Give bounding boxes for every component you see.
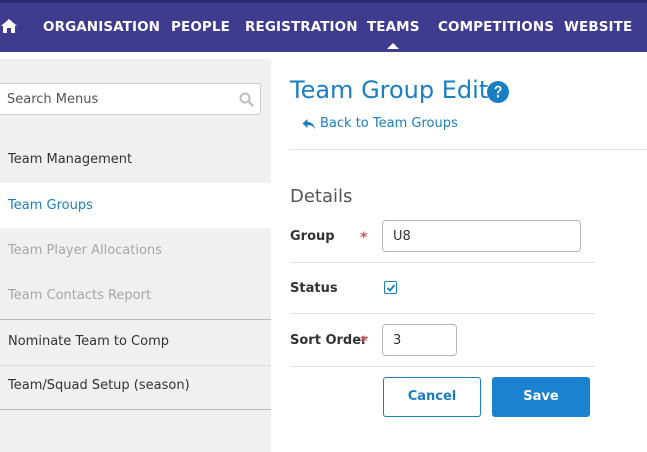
search-input[interactable] (7, 84, 227, 114)
page-title: Team Group Edit (290, 76, 489, 104)
sort-order-label: Sort Order (290, 333, 368, 348)
sidebar-item-team-management[interactable]: Team Management (0, 137, 271, 182)
required-mark: * (360, 230, 368, 246)
home-icon[interactable] (0, 17, 18, 35)
required-mark: * (360, 334, 368, 350)
row-divider (290, 262, 596, 263)
nav-organisation[interactable]: ORGANISATION (43, 3, 160, 52)
group-field[interactable] (382, 220, 581, 252)
nav-people[interactable]: PEOPLE (171, 3, 230, 52)
nav-teams[interactable]: TEAMS (367, 3, 420, 52)
section-title: Details (290, 186, 353, 207)
row-divider (290, 313, 596, 314)
question-circle-icon[interactable] (486, 80, 510, 104)
search-box (0, 83, 261, 115)
menu-divider (0, 409, 271, 410)
sidebar-item-team-contacts-report: Team Contacts Report (8, 288, 152, 303)
title-divider (289, 149, 647, 150)
sidebar-item-nominate-team[interactable]: Nominate Team to Comp (0, 319, 271, 364)
reply-arrow-icon[interactable] (302, 118, 316, 131)
status-checkbox[interactable] (384, 281, 397, 294)
check-icon (386, 284, 396, 292)
top-navigation-bar: ORGANISATION PEOPLE REGISTRATION TEAMS C… (0, 0, 647, 52)
sidebar-item-team-squad-setup[interactable]: Team/Squad Setup (season) (0, 363, 271, 408)
nav-competitions[interactable]: COMPETITIONS (438, 3, 554, 52)
sidebar-item-team-player-allocations: Team Player Allocations (8, 243, 162, 258)
nav-website[interactable]: WEBSITE (564, 3, 632, 52)
sidebar-item-team-groups[interactable]: Team Groups (0, 183, 271, 228)
nav-registration[interactable]: REGISTRATION (245, 3, 358, 52)
main-content: Team Group Edit Back to Team Groups Deta… (271, 59, 647, 452)
cancel-button[interactable]: Cancel (383, 377, 481, 417)
sort-order-field[interactable] (382, 324, 457, 356)
row-divider (290, 366, 596, 367)
group-label: Group (290, 229, 335, 244)
status-label: Status (290, 281, 338, 296)
back-to-team-groups-link[interactable]: Back to Team Groups (320, 116, 458, 131)
sidebar: Team Management Team Groups Team Player … (0, 59, 271, 452)
search-icon[interactable] (239, 92, 254, 107)
save-button[interactable]: Save (492, 377, 590, 417)
